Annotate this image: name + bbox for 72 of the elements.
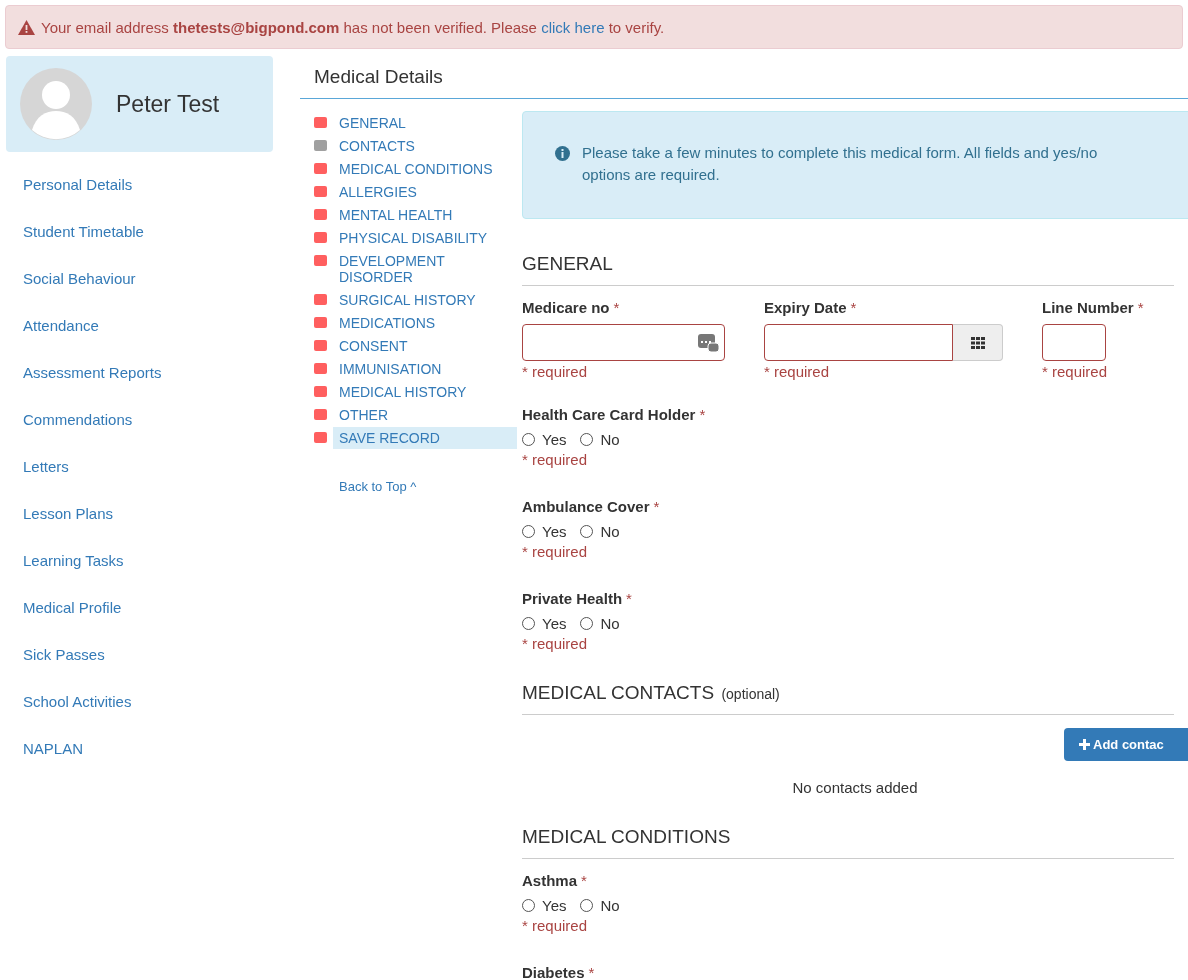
number-pad-icon <box>698 332 720 353</box>
question-label: Private Health * <box>522 590 633 607</box>
info-icon <box>555 146 570 161</box>
sidebar-item[interactable]: Lesson Plans <box>6 505 114 552</box>
info-text: Please take a few minutes to complete this medical form. All fields and yes/no options are required. <box>582 143 1099 185</box>
section-link[interactable]: ALLERGIES <box>333 181 517 203</box>
section-link[interactable]: IMMUNISATION <box>333 358 517 380</box>
empty-message: No contacts added <box>792 779 918 796</box>
section-link[interactable]: OTHER <box>333 404 517 426</box>
section-heading: GENERAL <box>522 253 613 274</box>
optional-note: (optional) <box>721 686 780 702</box>
section-link[interactable]: SAVE RECORD <box>333 427 517 449</box>
question-label: Diabetes * <box>522 964 596 980</box>
section-link[interactable]: MENTAL HEALTH <box>333 204 517 226</box>
sidebar-item[interactable]: Social Behaviour <box>6 270 136 317</box>
radio-option[interactable]: No <box>580 523 620 540</box>
radio-option[interactable]: No <box>580 615 620 632</box>
question-label: Ambulance Cover * <box>522 498 661 515</box>
verify-link[interactable]: click here <box>541 18 605 36</box>
field-label: Line Number * <box>1042 299 1145 316</box>
radio-option[interactable]: Yes <box>522 431 567 448</box>
sidebar-item[interactable]: Letters <box>6 458 69 505</box>
section-link[interactable]: DEVELOPMENT DISORDER <box>333 250 517 288</box>
radio-option[interactable]: No <box>580 897 620 914</box>
radio-option[interactable]: Yes <box>522 523 567 540</box>
warning-icon <box>18 19 35 35</box>
section-link[interactable]: CONTACTS <box>333 135 517 157</box>
add-contact-button[interactable]: Add contac <box>1064 728 1188 761</box>
section-link[interactable]: SURGICAL HISTORY <box>333 289 517 311</box>
field-label: Expiry Date * <box>764 299 858 316</box>
question-label: Health Care Card Holder * <box>522 406 707 423</box>
error-text: * required <box>522 363 589 380</box>
sidebar-item[interactable]: Medical Profile <box>6 599 122 646</box>
error-text: * required <box>522 451 589 468</box>
section-heading: MEDICAL CONDITIONS <box>522 826 731 847</box>
avatar-icon <box>20 68 92 140</box>
section-link[interactable]: PHYSICAL DISABILITY <box>333 227 517 249</box>
radio-option[interactable]: Yes <box>522 897 567 914</box>
sidebar-item[interactable]: Attendance <box>6 317 99 364</box>
sidebar-item[interactable]: School Activities <box>6 693 132 740</box>
error-text: * required <box>522 543 589 560</box>
section-link[interactable]: MEDICAL HISTORY <box>333 381 517 403</box>
error-text: * required <box>522 917 589 934</box>
section-link[interactable]: CONSENT <box>333 335 517 357</box>
alert-text: Your email address thetests@bigpond.com has not been verified. Please click here to verify. <box>41 18 665 36</box>
error-text: * required <box>522 635 589 652</box>
section-link[interactable]: MEDICATIONS <box>333 312 517 334</box>
sidebar-item[interactable]: Sick Passes <box>6 646 105 693</box>
sidebar-item[interactable]: Student Timetable <box>6 223 144 270</box>
medicare-field[interactable] <box>522 324 725 361</box>
grid-icon <box>970 336 985 349</box>
profile-name: Peter Test <box>116 90 220 118</box>
sidebar-item[interactable]: Learning Tasks <box>6 552 124 599</box>
page-title: Medical Details <box>300 56 1188 99</box>
field-label: Medicare no * <box>522 299 621 316</box>
line-number-field[interactable] <box>1042 324 1106 361</box>
section-heading: MEDICAL CONTACTS <box>522 682 715 703</box>
section-link[interactable]: GENERAL <box>333 112 517 134</box>
sidebar-item[interactable]: Personal Details <box>6 176 133 223</box>
back-to-top-link[interactable]: Back to Top ^ <box>339 479 522 494</box>
plus-icon <box>1079 739 1090 750</box>
expiry-date-field[interactable] <box>764 324 953 361</box>
calendar-button[interactable] <box>953 324 1003 361</box>
radio-option[interactable]: Yes <box>522 615 567 632</box>
error-text: * required <box>1042 363 1109 380</box>
sidebar-item[interactable]: Assessment Reports <box>6 364 162 411</box>
question-label: Asthma * <box>522 872 588 889</box>
error-text: * required <box>764 363 831 380</box>
radio-option[interactable]: No <box>580 431 620 448</box>
sidebar-item[interactable]: NAPLAN <box>6 740 84 787</box>
section-link[interactable]: MEDICAL CONDITIONS <box>333 158 517 180</box>
sidebar-item[interactable]: Commendations <box>6 411 133 458</box>
